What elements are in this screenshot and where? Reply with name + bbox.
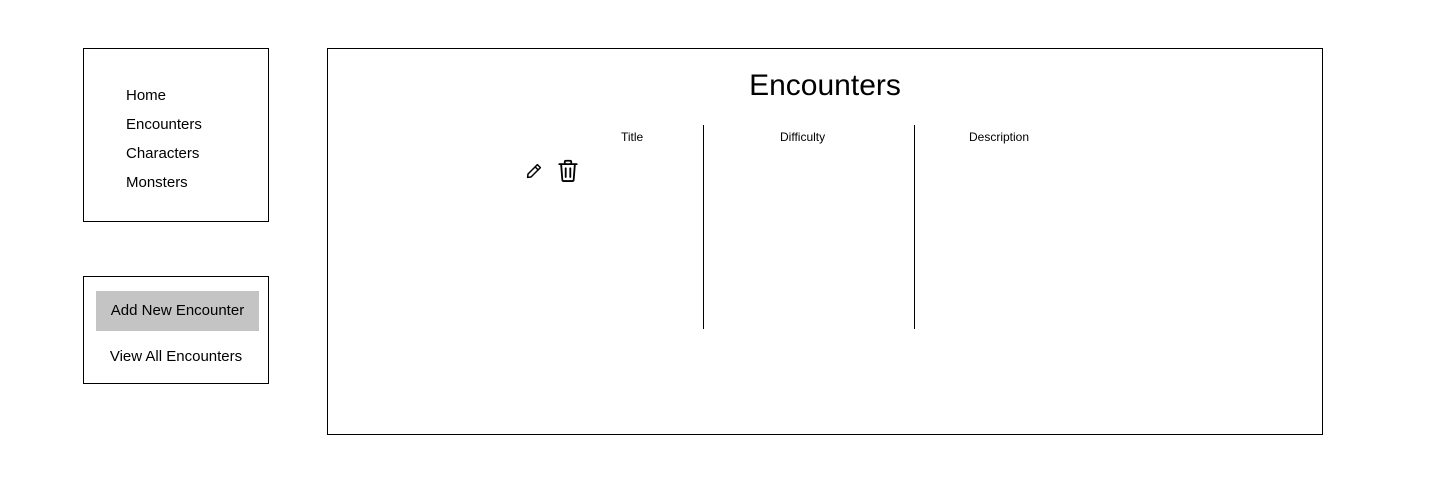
add-new-encounter-button[interactable]: Add New Encounter <box>96 291 259 331</box>
page-title: Encounters <box>749 69 901 102</box>
view-all-encounters-link[interactable]: View All Encounters <box>84 346 268 368</box>
nav-list: Home Encounters Characters Monsters <box>126 81 202 197</box>
nav-item-characters[interactable]: Characters <box>126 139 202 168</box>
column-divider <box>914 125 915 329</box>
trash-icon[interactable] <box>557 159 579 183</box>
encounters-panel: Encounters Title Difficulty Description <box>327 48 1323 435</box>
column-header-title: Title <box>621 130 644 144</box>
encounter-actions-panel: Add New Encounter View All Encounters <box>83 276 269 384</box>
column-divider <box>703 125 704 329</box>
nav-item-monsters[interactable]: Monsters <box>126 168 202 197</box>
column-header-description: Description <box>969 130 1030 144</box>
pencil-icon[interactable] <box>525 162 543 180</box>
sidebar-nav: Home Encounters Characters Monsters <box>83 48 269 222</box>
nav-item-encounters[interactable]: Encounters <box>126 110 202 139</box>
nav-item-home[interactable]: Home <box>126 81 202 110</box>
column-header-difficulty: Difficulty <box>780 130 826 144</box>
